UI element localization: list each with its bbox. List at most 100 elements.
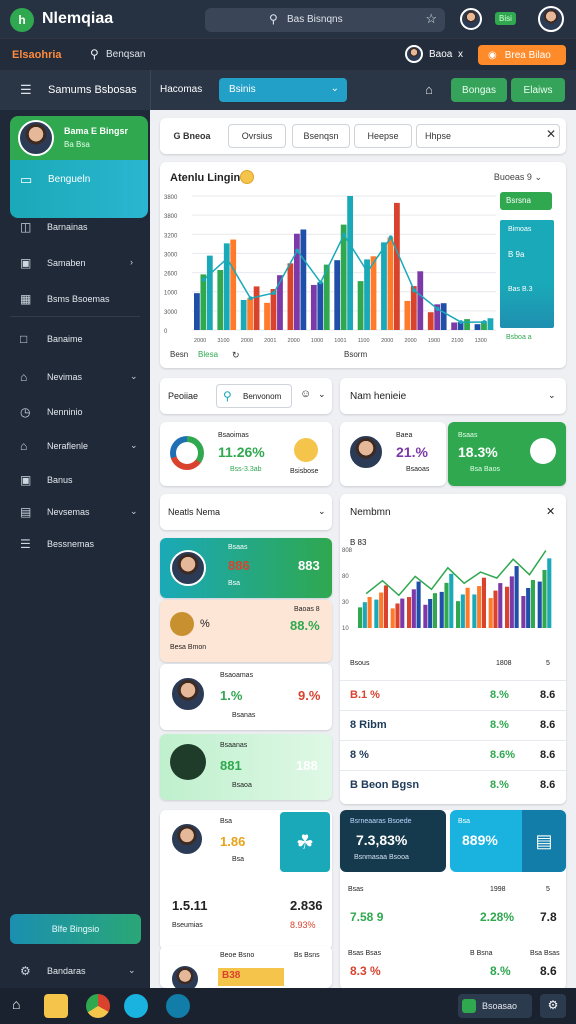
notification-avatar[interactable]: [460, 8, 482, 30]
toolbar-button-1[interactable]: Bongas: [451, 78, 507, 102]
toolbar-button-2[interactable]: Elaiws: [511, 78, 565, 102]
trend-point: [248, 296, 253, 301]
x-tick-label: 2001: [264, 338, 276, 344]
sidebar-item[interactable]: ▦ Bsms Bsoemas: [0, 284, 150, 314]
nav-avatar[interactable]: [405, 45, 423, 63]
nav-search-text[interactable]: Benqsan: [106, 49, 145, 60]
bar: [206, 255, 213, 330]
sidebar-footer[interactable]: ⚙ Bandaras ⌄: [0, 956, 150, 986]
bar: [230, 239, 237, 330]
list-item-foot: Bsanas: [232, 712, 256, 719]
list-item-foot: Bsa: [228, 580, 241, 587]
image-icon: ▣: [20, 256, 32, 270]
profile-card[interactable]: Bama E Bingsr Ba Bsa ▭ Bengueln: [10, 116, 148, 218]
bar: [487, 318, 494, 330]
br-row1-c1: Bsas: [348, 886, 364, 893]
bar: [395, 603, 400, 628]
header-card: Nam henieie ⌄: [340, 378, 566, 414]
chevron-down-icon[interactable]: ⌄: [548, 390, 556, 401]
kpi-card-1[interactable]: Bsaoimas 11.26% Bss-3.3ab Bsisbose: [160, 422, 332, 486]
kpi-card-2[interactable]: Baea 21.% Bsaoas: [340, 422, 446, 486]
user-avatar[interactable]: [538, 6, 564, 32]
start-icon[interactable]: ⌂: [12, 996, 20, 1012]
list-item[interactable]: Bsaas 886 883 Bsa: [160, 538, 332, 598]
table-row[interactable]: B.1 % 8.% 8.6: [340, 680, 566, 710]
dark-kpi-foot: Bsnmasaa Bsooa: [354, 854, 409, 861]
tab-5[interactable]: Hhpse: [416, 124, 560, 148]
bar: [367, 597, 372, 628]
tab-2[interactable]: Ovrsius: [228, 124, 286, 148]
app-logo-icon[interactable]: h: [10, 8, 34, 32]
list-item[interactable]: Baoas 8 % 88.% Besa Bmon: [160, 600, 332, 662]
home-icon[interactable]: ⌂: [425, 82, 433, 97]
kpi-top: Bsaas: [458, 432, 478, 439]
search-card-label: Peoiiae: [168, 391, 199, 401]
tray-button[interactable]: Bsoasao: [458, 994, 532, 1018]
bar: [498, 583, 503, 628]
table-row[interactable]: 8 Ribm 8.% 8.6: [340, 710, 566, 740]
table-row[interactable]: B Beon Bgsn 8.% 8.6: [340, 770, 566, 800]
search-icon[interactable]: ⚲: [90, 47, 99, 61]
row-mid: 8.%: [490, 719, 509, 731]
toolbar: ☰ Samums Bsbosas Hacomas Bsinis ⌄ ⌂ Bong…: [0, 70, 576, 110]
sidebar-item[interactable]: ◷ Nenninio: [0, 397, 150, 427]
br-row1-c2: 1998: [490, 886, 506, 893]
table-row[interactable]: 8 % 8.6% 8.6: [340, 740, 566, 770]
last-top: Beoe Bsno: [220, 952, 255, 959]
view-select[interactable]: Bsinis ⌄: [219, 78, 347, 102]
app-icon[interactable]: [166, 994, 190, 1018]
row-mid: 8.6%: [490, 749, 516, 761]
tab-4[interactable]: Heepse: [354, 124, 412, 148]
list-item[interactable]: Bsaoamas 1.% 9.% Bsanas: [160, 664, 332, 730]
sidebar-item[interactable]: ☰ Bessnemas: [0, 529, 150, 559]
y-tick-label: 3000: [164, 310, 178, 316]
bottom-foot2: Bseumias: [172, 922, 203, 929]
settings-icon[interactable]: ⚙: [540, 994, 566, 1018]
filter-input[interactable]: ⚲ Benvonom: [216, 384, 292, 408]
nav-brand[interactable]: Elsaohria: [12, 49, 62, 61]
refresh-icon[interactable]: ↻: [232, 350, 240, 361]
close-icon[interactable]: ✕: [546, 127, 556, 141]
user-icon[interactable]: ☺: [300, 388, 311, 400]
close-icon[interactable]: ✕: [546, 505, 555, 518]
sidebar-item[interactable]: ⌂ Neraflenle ⌄: [0, 431, 150, 461]
br-row1-c3: 5: [546, 886, 550, 893]
bar: [444, 582, 449, 628]
menu-icon[interactable]: ☰: [20, 82, 32, 98]
row-mid: 8.%: [490, 689, 509, 701]
x-tick-label: 1001: [334, 338, 346, 344]
row-left: B.1 %: [350, 689, 380, 701]
bar: [347, 196, 354, 330]
edge-icon[interactable]: [124, 994, 148, 1018]
main-content: G Bneoa Ovrsius Bsenqsn Heepse Hhpse ✕ A…: [150, 110, 576, 988]
search-text: Bas Bisnqns: [287, 14, 343, 25]
dark-kpi[interactable]: Bsrneaaras Bsoede 7.3,83% Bsnmasaa Bsooa: [340, 810, 446, 872]
chart-green-button[interactable]: Bsrsna: [500, 192, 552, 210]
chevron-down-icon[interactable]: ⌄: [318, 389, 326, 400]
sidebar-item[interactable]: □ Banaime: [0, 324, 150, 354]
bar: [411, 589, 416, 628]
tab-3[interactable]: Bsenqsn: [292, 124, 350, 148]
bar: [472, 594, 477, 628]
tab-1[interactable]: G Bneoa: [164, 124, 220, 148]
star-icon[interactable]: ☆: [425, 11, 437, 27]
chevron-down-icon[interactable]: ⌄: [318, 506, 326, 517]
y-tick-label: 3200: [164, 233, 178, 239]
nav-close[interactable]: x: [458, 49, 463, 60]
sidebar-item[interactable]: ▤ Nevsemas ⌄: [0, 497, 150, 527]
folder-icon[interactable]: [44, 994, 68, 1018]
global-search[interactable]: ⚲ Bas Bisnqns ☆: [205, 8, 445, 32]
bar: [407, 597, 412, 628]
sidebar-item[interactable]: ▣ Banus: [0, 465, 150, 495]
sidebar-item[interactable]: ◫ Barnainas: [0, 212, 150, 242]
x-tick-label: 2100: [451, 338, 463, 344]
browser-icon[interactable]: [86, 994, 110, 1018]
kpi-card-3[interactable]: Bsaas 18.3% Bsa Baos: [448, 422, 566, 486]
sidebar-action-button[interactable]: Blfe Bingsio: [10, 914, 141, 944]
sidebar-item[interactable]: ▣ Samaben ›: [0, 248, 150, 278]
list-item[interactable]: Bsaanas 881 188 Bsaoa: [160, 734, 332, 800]
nav-action-button[interactable]: ◉ Brea Bilao: [478, 45, 566, 65]
blue-kpi[interactable]: Bsa 889% ▤: [450, 810, 566, 872]
sidebar-item-active[interactable]: ▭ Bengueln: [10, 160, 148, 218]
sidebar-item[interactable]: ⌂ Nevimas ⌄: [0, 362, 150, 392]
